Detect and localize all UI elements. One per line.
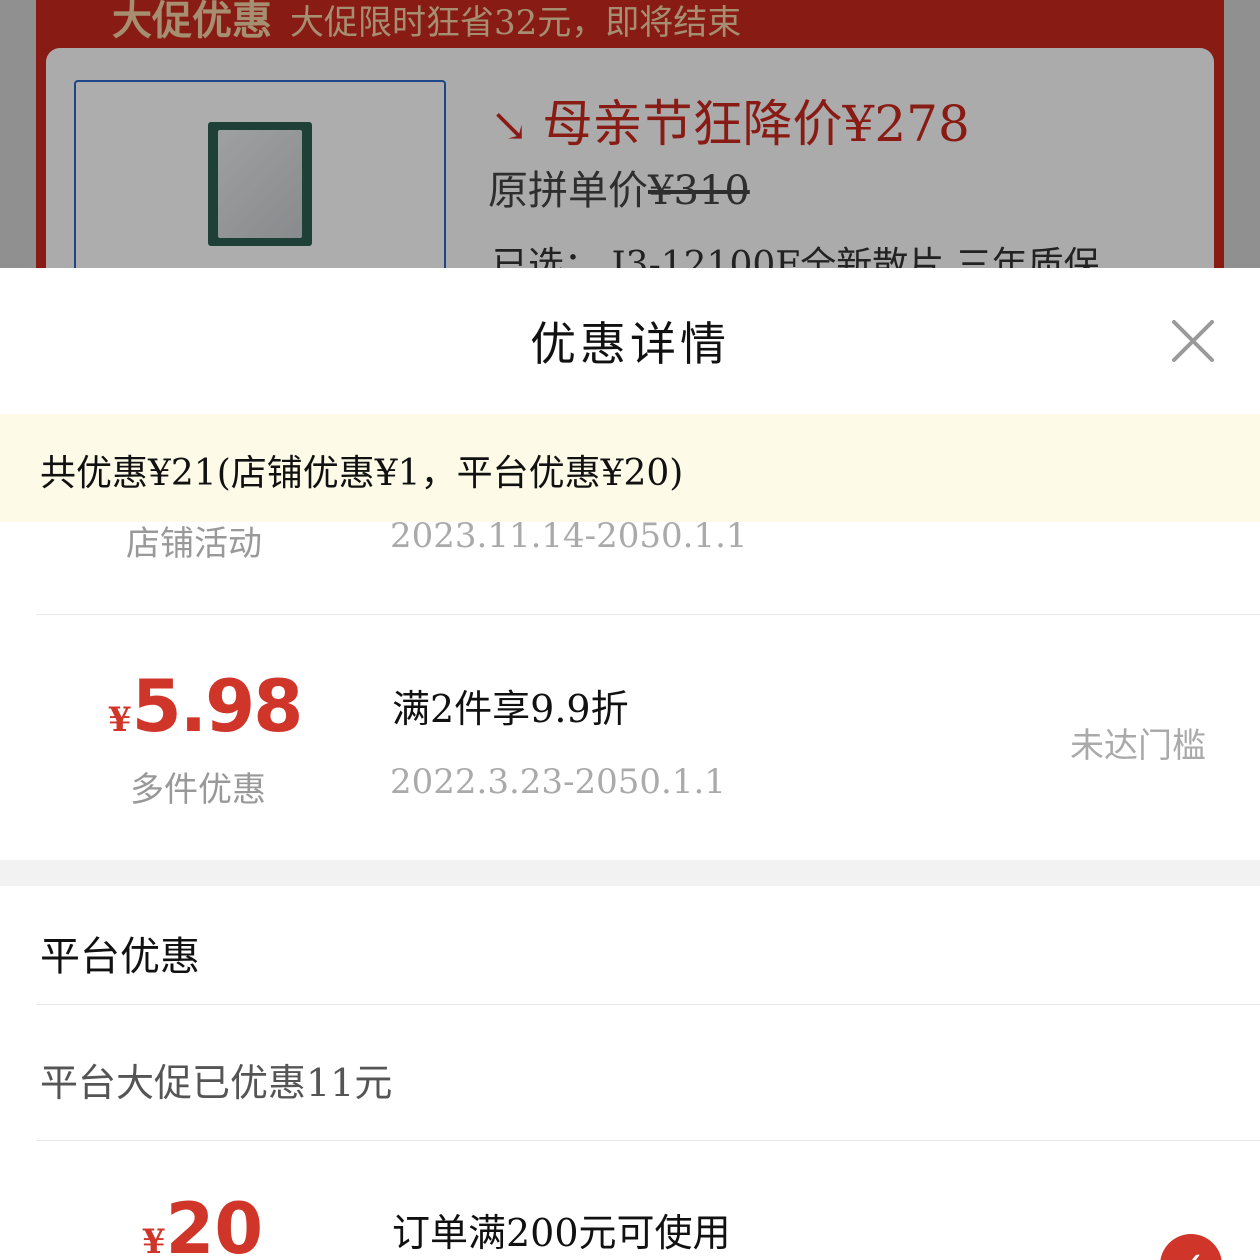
platform-section-title: 平台优惠 — [40, 934, 200, 980]
amount-value: 5.98 — [131, 664, 304, 748]
coupon-rule: 订单满200元可使用 — [392, 1211, 731, 1255]
coupon-amount: ¥20 — [142, 1188, 263, 1260]
close-icon[interactable] — [1170, 318, 1216, 364]
sheet-title: 优惠详情 — [530, 317, 730, 371]
platform-promo-note: 平台大促已优惠11元 — [40, 1061, 393, 1105]
row-divider — [36, 1004, 1260, 1005]
multi-offer-label: 多件优惠 — [130, 770, 266, 810]
background-page: 大促优惠 大促限时狂省32元，即将结束 ↘ 母亲节狂降价¥278 原拼单价¥310 … — [0, 0, 1260, 268]
discount-detail-sheet: 优惠详情 共优惠¥21(店铺优惠¥1，平台优惠¥20) 店铺活动 2023.11… — [0, 268, 1260, 1260]
summary-text: 共优惠¥21(店铺优惠¥1，平台优惠¥20) — [40, 453, 684, 494]
row-divider — [36, 1140, 1260, 1141]
store-activity-label: 店铺活动 — [126, 524, 262, 564]
multi-offer-rule: 满2件享9.9折 — [392, 687, 629, 731]
overlay-mask[interactable] — [0, 0, 1260, 268]
multi-offer-date: 2022.3.23-2050.1.1 — [390, 762, 726, 802]
currency-symbol: ¥ — [142, 1222, 166, 1260]
store-activity-date: 2023.11.14-2050.1.1 — [390, 516, 748, 556]
threshold-status: 未达门槛 — [1070, 726, 1206, 766]
multi-offer-amount: ¥5.98 — [108, 664, 304, 748]
row-divider — [36, 614, 1260, 615]
currency-symbol: ¥ — [108, 700, 132, 740]
section-separator — [0, 860, 1260, 886]
amount-value: 20 — [165, 1188, 264, 1260]
discount-summary: 共优惠¥21(店铺优惠¥1，平台优惠¥20) — [0, 414, 1260, 522]
check-icon[interactable]: ✓ — [1160, 1234, 1222, 1260]
